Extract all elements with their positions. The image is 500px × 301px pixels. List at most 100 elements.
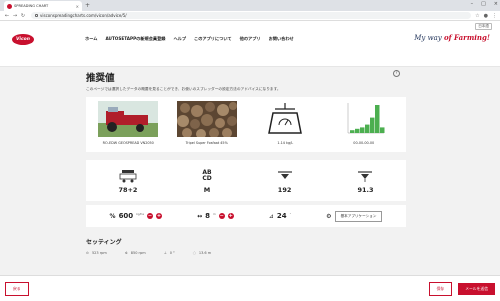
tab-title: SPREADING CHART	[14, 4, 49, 8]
chart-bar	[379, 127, 385, 133]
vicon-logo[interactable]: Vicon	[12, 34, 34, 45]
rate-plus-button[interactable]: +	[156, 213, 163, 219]
width-unit: m	[213, 212, 216, 216]
spreader-machine-image	[98, 101, 159, 137]
rate-value: 600	[118, 212, 134, 220]
url-field[interactable]: visconspreadingcharts.com/vicon/advice/5…	[31, 12, 472, 19]
angle-icon: ⊿	[268, 212, 274, 220]
slogan: My way of Farming!	[414, 33, 490, 42]
angle-control: ⊿ 24 °	[269, 212, 291, 220]
fertilizer-caption: Tripel Super Fosfaat 45%	[185, 141, 228, 145]
page-description: このページでは選択したデータの概要を見ることができ、お使いのスプレッダーの設定方…	[86, 87, 281, 91]
setting-disc-speed-value: 850 rpm	[130, 251, 146, 255]
setting-pto-value: 523 rpm	[91, 251, 107, 255]
menu-item-register[interactable]: AUTOSETAPPの新規会員登録	[105, 36, 165, 42]
tilt-icon	[358, 170, 373, 182]
rate-icon: %	[109, 212, 116, 220]
chart-caption: 00-00-00-00	[353, 141, 375, 145]
reload-button[interactable]: ↻	[19, 13, 27, 19]
setting-height-value: 13.6 m	[198, 251, 212, 255]
width-control: ↔ 8 m − +	[197, 212, 234, 220]
adjustment-controls: % 600 kg/ha − + ↔ 8 m − + ⊿ 24 ° ⚙ 基本アプリ…	[86, 205, 406, 227]
application-mode-button[interactable]: 基本アプリケーション	[334, 210, 383, 222]
action-footer: 戻る 保存 メールを送信	[0, 275, 500, 301]
menu-item-home[interactable]: ホーム	[85, 36, 97, 42]
site-header: 日本語 Vicon ホーム AUTOSETAPPの新規会員登録 ヘルプ このアプ…	[0, 21, 500, 67]
chart-bar	[369, 117, 375, 133]
settings-row: ⊙ 523 rpm ✲ 850 rpm ⊥ 0 ° ◌ 13.6 m	[86, 251, 406, 255]
setting-angle: ⊥ 0 °	[164, 251, 175, 255]
back-button[interactable]: ←	[3, 13, 11, 19]
width-icon: ↔	[197, 212, 203, 220]
slogan-prefix: My way	[414, 34, 444, 42]
menu-item-about[interactable]: このアプリについて	[194, 36, 232, 42]
favicon-icon	[7, 3, 12, 9]
shutter-setting: 192	[277, 168, 293, 194]
vane-setting: AB CD M	[202, 168, 211, 194]
shutter-icon	[277, 170, 292, 179]
vane-type-icon: AB CD	[202, 168, 211, 184]
maximize-icon[interactable]: □	[481, 1, 486, 7]
fertilizer-item: Tripel Super Fosfaat 45%	[171, 101, 244, 152]
setting-pto: ⊙ 523 rpm	[86, 251, 107, 255]
setting-height: ◌ 13.6 m	[193, 251, 211, 255]
slogan-brand: of Farming!	[443, 33, 490, 42]
more-menu-icon[interactable]: ⋮	[492, 13, 497, 19]
recommended-settings-card: 78+2 AB CD M 192 91.3	[86, 160, 406, 201]
menu-item-help[interactable]: ヘルプ	[173, 36, 186, 42]
vane-value: M	[203, 185, 211, 194]
send-email-button[interactable]: メールを送信	[458, 282, 495, 295]
address-bar: ← → ↻ visconspreadingcharts.com/vicon/ad…	[0, 11, 500, 21]
disc-speed-icon: ✲	[124, 251, 128, 255]
save-button[interactable]: 保存	[428, 281, 453, 296]
back-button[interactable]: 戻る	[5, 281, 29, 296]
setting-disc-speed: ✲ 850 rpm	[125, 251, 146, 255]
weight-caption: 1.14 kg/L	[277, 141, 294, 145]
vane-text-bottom: CD	[202, 174, 212, 182]
spreader-disc-icon	[119, 169, 137, 182]
main-content: 推奨値 ? このページでは選択したデータの概要を見ることができ、お使いのスプレッ…	[86, 70, 406, 255]
application-control: ⚙ 基本アプリケーション	[326, 210, 383, 222]
close-window-icon[interactable]: ×	[494, 1, 498, 7]
browser-tab[interactable]: SPREADING CHART ×	[4, 1, 82, 11]
star-icon[interactable]: ☆	[475, 13, 479, 19]
rate-unit: kg/ha	[136, 212, 145, 216]
disc-setting: 78+2	[118, 168, 137, 194]
width-plus-button[interactable]: +	[227, 213, 234, 219]
rate-control: % 600 kg/ha − +	[109, 212, 163, 220]
new-tab-button[interactable]: +	[85, 1, 90, 11]
shutter-value: 192	[277, 185, 292, 194]
height-icon: ◌	[192, 251, 196, 255]
profile-icon[interactable]: ●	[484, 13, 488, 19]
address-bar-icons: ☆ ● ⋮	[475, 13, 497, 19]
minimize-icon[interactable]: –	[471, 1, 474, 7]
scale-icon	[268, 103, 303, 134]
close-tab-icon[interactable]: ×	[76, 4, 79, 9]
width-minus-button[interactable]: −	[218, 213, 225, 219]
forward-button[interactable]: →	[11, 13, 19, 19]
width-value: 8	[205, 212, 211, 220]
distribution-chart	[347, 103, 385, 134]
help-icon[interactable]: ?	[393, 70, 400, 77]
disc-value: 78+2	[118, 185, 138, 194]
chart-item: 00-00-00-00	[328, 101, 401, 152]
rate-minus-button[interactable]: −	[147, 213, 154, 219]
setting-angle-value: 0 °	[169, 251, 175, 255]
window-controls: – □ ×	[471, 1, 498, 7]
fertilizer-granules-image	[176, 101, 237, 137]
angle-unit: °	[289, 212, 292, 216]
application-icon: ⚙	[326, 212, 332, 220]
page-title: 推奨値	[86, 73, 115, 84]
menu-item-other-apps[interactable]: 他のアプリ	[240, 36, 261, 42]
lock-icon	[35, 14, 38, 17]
url-text: visconspreadingcharts.com/vicon/advice/5…	[40, 13, 127, 18]
chart-bar	[354, 128, 360, 133]
browser-tab-bar: SPREADING CHART × + – □ ×	[0, 0, 500, 11]
language-select[interactable]: 日本語	[475, 23, 492, 30]
menu-item-contact[interactable]: お問い合わせ	[269, 36, 294, 42]
product-summary-card: RO-EDW GEOSPREAD VN2050 Tripel Super Fos…	[86, 97, 406, 152]
pto-icon: ⊙	[86, 251, 89, 255]
tilt-setting: 91.3	[357, 168, 374, 194]
chart-bar	[349, 130, 355, 133]
chart-bar	[364, 124, 370, 133]
